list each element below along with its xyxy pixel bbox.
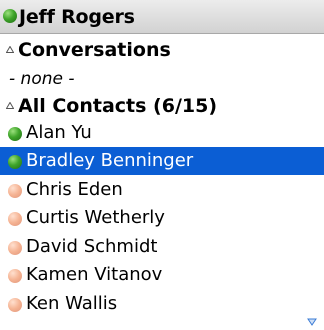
contact-name: Kamen Vitanov	[26, 264, 163, 285]
presence-offline-icon	[8, 184, 22, 198]
section-label: All Contacts (6/15)	[18, 95, 218, 117]
contact-row[interactable]: Kamen Vitanov	[0, 261, 324, 289]
contact-name: Ken Wallis	[26, 293, 118, 314]
presence-offline-icon	[8, 269, 22, 283]
presence-offline-icon	[8, 241, 22, 255]
contact-name: Curtis Wetherly	[26, 207, 165, 228]
contact-row[interactable]: Ken Wallis	[0, 290, 324, 318]
contact-name: Bradley Benninger	[26, 150, 194, 171]
contact-row[interactable]: Chris Eden	[0, 176, 324, 204]
user-name: Jeff Rogers	[19, 6, 135, 28]
contact-row[interactable]: Alan Yu	[0, 119, 324, 147]
expand-triangle-icon	[6, 46, 14, 53]
presence-online-icon	[3, 9, 17, 23]
contact-row[interactable]: Curtis Wetherly	[0, 204, 324, 232]
contact-name: Alan Yu	[26, 122, 92, 143]
empty-placeholder: - none -	[9, 69, 75, 89]
section-header-conversations[interactable]: Conversations	[0, 38, 324, 66]
presence-offline-icon	[8, 212, 22, 226]
contact-row[interactable]: David Schmidt	[0, 233, 324, 261]
presence-offline-icon	[8, 298, 22, 312]
section-label: Conversations	[18, 39, 171, 61]
title-bar: Jeff Rogers	[0, 0, 324, 34]
presence-online-icon	[8, 127, 22, 141]
list-item-empty: - none -	[0, 66, 324, 94]
section-header-all-contacts[interactable]: All Contacts (6/15)	[0, 94, 324, 122]
contact-name: Chris Eden	[26, 179, 123, 200]
contact-name: David Schmidt	[26, 236, 158, 257]
expand-triangle-icon	[6, 102, 14, 109]
presence-online-icon	[8, 155, 22, 169]
contact-row-selected[interactable]: Bradley Benninger	[0, 147, 324, 175]
scroll-down-icon[interactable]	[307, 311, 317, 330]
